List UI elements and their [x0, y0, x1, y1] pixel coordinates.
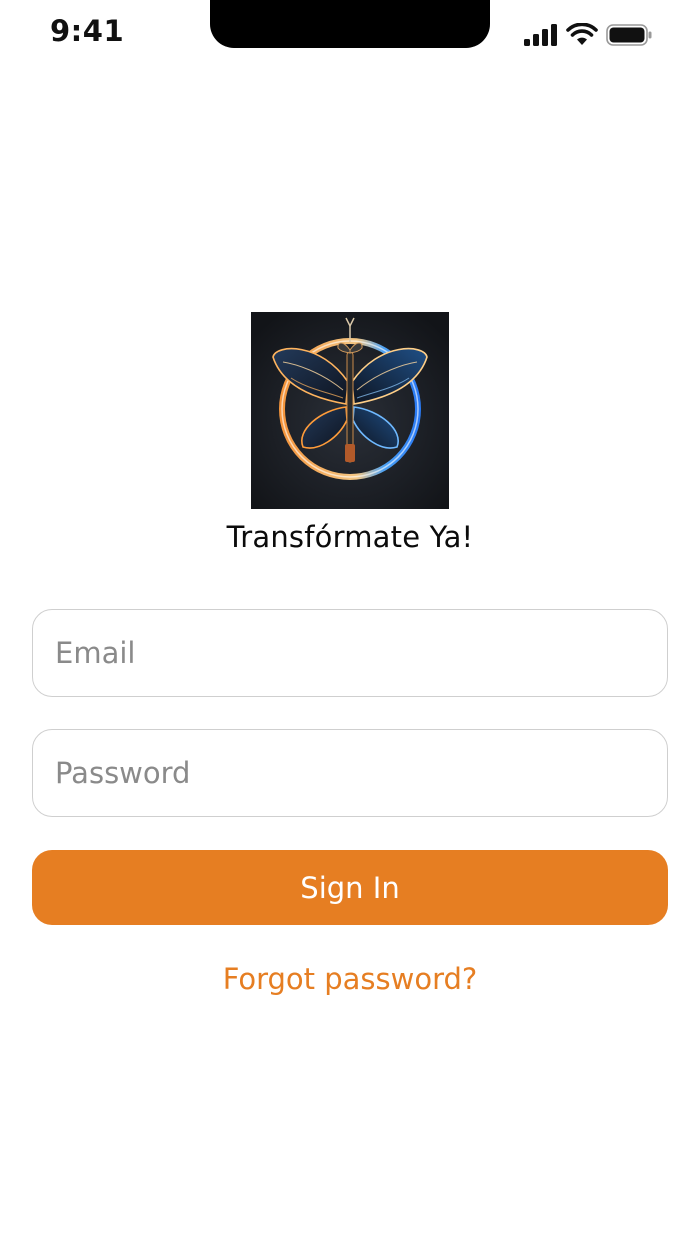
butterfly-logo [251, 312, 449, 509]
app-title: Transfórmate Ya! [226, 520, 474, 554]
wifi-icon [566, 23, 598, 45]
battery-icon [606, 24, 652, 46]
status-bar: 9:41 [0, 0, 700, 70]
password-input[interactable] [33, 730, 667, 816]
login-screen: 9:41 Transfórmate Ya! Email Sign In Forg… [0, 0, 700, 1244]
email-field[interactable] [32, 609, 668, 697]
email-input[interactable] [33, 610, 667, 696]
sign-in-button[interactable]: Sign In [32, 850, 668, 925]
password-field[interactable] [32, 729, 668, 817]
cellular-signal-icon [524, 24, 557, 46]
forgot-password-link[interactable]: Forgot password? [0, 962, 700, 996]
status-icons [524, 20, 652, 50]
device-notch [210, 0, 490, 48]
status-time: 9:41 [50, 14, 125, 48]
